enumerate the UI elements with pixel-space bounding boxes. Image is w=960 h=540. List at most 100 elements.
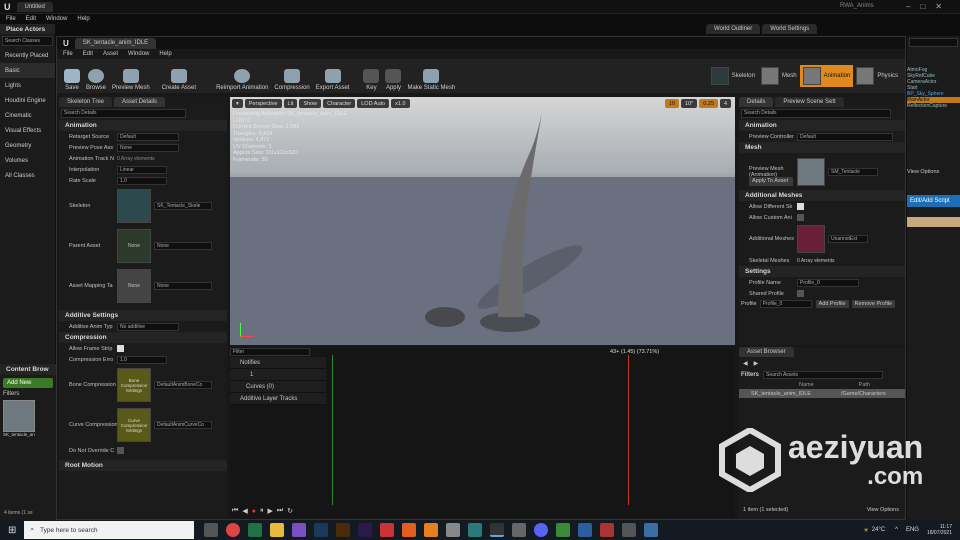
tab-skeleton-tree[interactable]: Skeleton Tree xyxy=(59,97,113,107)
step-back-icon[interactable]: ◀ xyxy=(242,507,247,515)
allow-frame-strip-checkbox[interactable] xyxy=(117,345,124,352)
edit-add-script-button[interactable]: Edit/Add Script xyxy=(907,195,960,207)
app-icon-6[interactable] xyxy=(578,523,593,537)
adobe-icon[interactable] xyxy=(380,523,395,537)
track-curves[interactable]: Curves (0) xyxy=(230,381,326,393)
after-effects-icon[interactable] xyxy=(358,523,373,537)
section-settings[interactable]: Settings xyxy=(739,266,905,277)
editor-tab[interactable]: SK_tentacle_anim_IDLE xyxy=(74,37,157,49)
col-path[interactable]: Path xyxy=(859,382,870,388)
category-all-classes[interactable]: All Classes xyxy=(0,168,55,183)
menu-edit[interactable]: Edit xyxy=(26,16,36,22)
windows-start-icon[interactable]: ⊞ xyxy=(8,525,16,536)
editor-menu-file[interactable]: File xyxy=(63,51,73,57)
app-icon-3[interactable] xyxy=(468,523,483,537)
section-additional-meshes[interactable]: Additional Meshes xyxy=(739,190,905,201)
character-button[interactable]: Character xyxy=(323,99,356,108)
profile-name-input[interactable]: Profile_0 xyxy=(797,278,859,287)
additional-meshes-select[interactable]: UnannotExt xyxy=(828,235,868,243)
skip-end-icon[interactable]: ⏭ xyxy=(277,507,283,515)
menu-file[interactable]: File xyxy=(6,16,16,22)
section-root-motion[interactable]: Root Motion xyxy=(59,460,227,471)
app-icon-1[interactable] xyxy=(402,523,417,537)
outer-title-tab[interactable]: Untitled xyxy=(16,2,53,12)
back-icon[interactable]: ◀ xyxy=(743,360,748,367)
curve-compression-select[interactable]: DefaultAnimCurveCo xyxy=(154,421,212,429)
track-notify-1[interactable]: 1 xyxy=(230,369,326,381)
save-button[interactable]: Save xyxy=(61,61,83,91)
section-animation-right[interactable]: Animation xyxy=(739,120,905,131)
track-notifies[interactable]: Notifies xyxy=(230,357,326,369)
tab-asset-browser[interactable]: Asset Browser xyxy=(739,347,794,357)
app-icon-2[interactable] xyxy=(446,523,461,537)
search-classes-input[interactable]: Search Classes xyxy=(2,36,53,46)
section-additive-settings[interactable]: Additive Settings xyxy=(59,310,227,321)
asset-mapping-thumb[interactable]: None xyxy=(117,269,151,303)
pause-icon[interactable]: ⏸ xyxy=(260,507,264,515)
illustrator-icon[interactable] xyxy=(336,523,351,537)
reimport-animation-button[interactable]: Reimport Animation xyxy=(213,61,271,91)
shared-profile-checkbox[interactable] xyxy=(797,290,804,297)
tab-preview-scene[interactable]: Preview Scene Sett xyxy=(775,97,844,107)
preview-mesh-select[interactable]: SM_Tentacle xyxy=(828,168,878,176)
menu-help[interactable]: Help xyxy=(77,16,89,22)
profile-select[interactable]: Profile_0 xyxy=(759,300,812,308)
forward-icon[interactable]: ▶ xyxy=(754,360,759,367)
app-icon-5[interactable] xyxy=(556,523,571,537)
col-name[interactable]: Name xyxy=(799,382,814,388)
skeleton-thumb[interactable] xyxy=(117,189,151,223)
rate-scale-input[interactable]: 1.0 xyxy=(117,176,167,185)
app-icon-9[interactable] xyxy=(644,523,659,537)
add-new-button[interactable]: Add New xyxy=(3,378,53,388)
tab-asset-details[interactable]: Asset Details xyxy=(114,97,166,107)
menu-window[interactable]: Window xyxy=(46,16,67,22)
category-volumes[interactable]: Volumes xyxy=(0,153,55,168)
asset-view-options[interactable]: View Options xyxy=(867,507,899,513)
category-visual-effects[interactable]: Visual Effects xyxy=(0,123,55,138)
category-recently-placed[interactable]: Recently Placed xyxy=(0,48,55,63)
editor-menu-window[interactable]: Window xyxy=(128,51,149,57)
category-basic[interactable]: Basic xyxy=(0,63,55,78)
mode-mesh[interactable]: Mesh xyxy=(758,65,800,87)
section-animation[interactable]: Animation xyxy=(59,120,227,131)
bone-compression-thumb[interactable]: Bone Compression Settings xyxy=(117,368,151,402)
blender-icon[interactable] xyxy=(424,523,439,537)
category-lights[interactable]: Lights xyxy=(0,78,55,93)
preview-pose-select[interactable]: None xyxy=(117,143,179,152)
playback-speed-button[interactable]: x1.0 xyxy=(391,99,410,108)
app-icon-8[interactable] xyxy=(622,523,637,537)
unreal-task-icon[interactable] xyxy=(490,523,505,537)
asset-search-input[interactable]: Search Assets xyxy=(763,370,884,379)
outliner-view-options[interactable]: View Options xyxy=(907,169,960,175)
add-profile-button[interactable]: Add Profile xyxy=(815,300,849,308)
allow-custom-checkbox[interactable] xyxy=(797,214,804,221)
apply-button[interactable]: Apply xyxy=(382,61,404,91)
scale-snap-value[interactable]: 0.25 xyxy=(699,99,718,108)
file-explorer-icon[interactable] xyxy=(270,523,285,537)
details-search-input[interactable]: Search Details xyxy=(61,109,186,118)
tab-details[interactable]: Details xyxy=(739,97,774,107)
record-icon[interactable]: ● xyxy=(252,508,256,515)
rotation-snap-value[interactable]: 10° xyxy=(680,99,698,108)
close-icon[interactable]: ✕ xyxy=(935,2,942,11)
task-view-icon[interactable] xyxy=(204,523,219,537)
section-compression[interactable]: Compression xyxy=(59,332,227,343)
timeline-playhead[interactable] xyxy=(628,355,629,505)
minimize-icon[interactable]: – xyxy=(906,2,910,11)
parent-asset-select[interactable]: None xyxy=(154,242,212,250)
track-additive-layers[interactable]: Additive Layer Tracks xyxy=(230,393,326,405)
export-asset-button[interactable]: Export Asset xyxy=(313,61,353,91)
preview-mesh-button[interactable]: Preview Mesh xyxy=(109,61,153,91)
tab-world-settings[interactable]: World Settings xyxy=(762,24,818,34)
mode-physics[interactable]: Physics xyxy=(853,65,901,87)
visual-studio-icon[interactable] xyxy=(292,523,307,537)
preview-controller-select[interactable]: Default xyxy=(797,132,893,141)
mode-animation[interactable]: Animation xyxy=(799,65,854,87)
skip-start-icon[interactable]: ⏮ xyxy=(232,507,238,515)
right-search-input[interactable]: Search Details xyxy=(741,109,891,118)
apply-to-asset-button[interactable]: Apply To Asset xyxy=(749,177,793,186)
mode-skeleton[interactable]: Skeleton xyxy=(708,65,758,87)
asset-mapping-select[interactable]: None xyxy=(154,282,212,290)
parent-asset-thumb[interactable]: None xyxy=(117,229,151,263)
app-icon-4[interactable] xyxy=(512,523,527,537)
